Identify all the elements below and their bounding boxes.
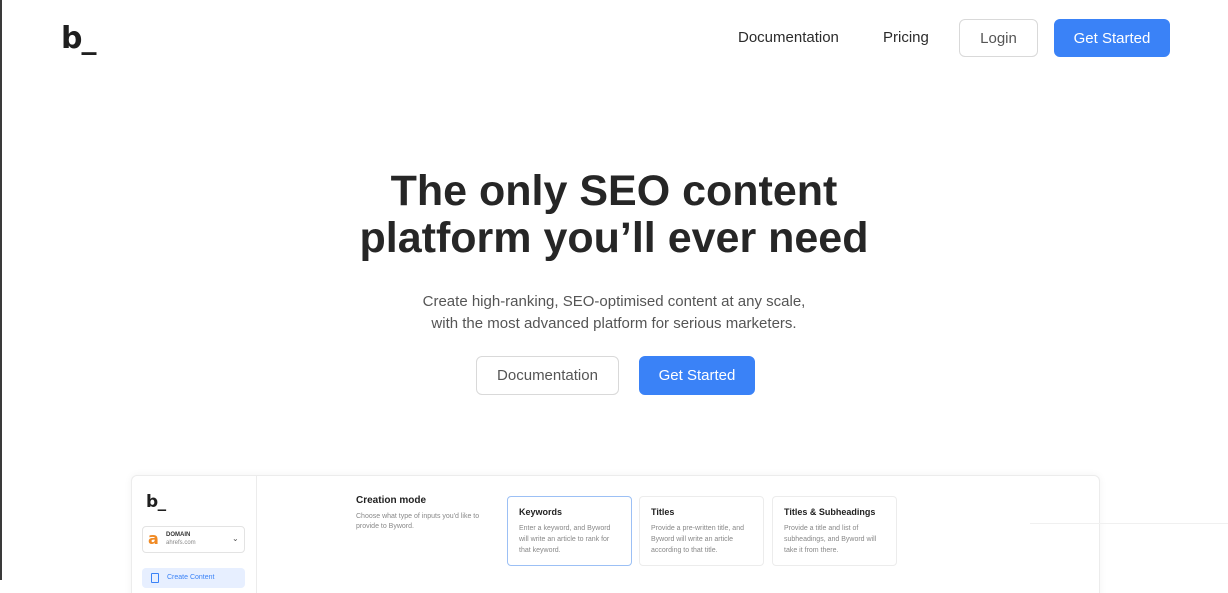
mode-card-keywords[interactable]: Keywords Enter a keyword, and Byword wil… [507,496,632,566]
card-description: Enter a keyword, and Byword will write a… [519,525,611,554]
preview-sidebar-divider [256,475,257,593]
login-button[interactable]: Login [959,19,1038,57]
hero-subtitle: Create high-ranking, SEO-optimised conte… [0,291,1228,335]
header-get-started-button[interactable]: Get Started [1054,19,1170,57]
preview-logo: b_ [146,492,166,512]
hero-title: The only SEO content platform you’ll eve… [0,168,1228,262]
domain-url: ahrefs.com [166,540,196,546]
card-description: Provide a pre-written title, and Byword … [651,525,744,554]
card-description: Provide a title and list of subheadings,… [784,525,877,554]
ahrefs-logo-icon: a [148,529,159,548]
mode-card-titles[interactable]: Titles Provide a pre-written title, and … [639,496,764,566]
creation-mode-title: Creation mode [356,495,427,506]
chevron-down-icon: ⌄ [232,534,239,543]
creation-mode-description: Choose what type of inputs you'd like to… [356,513,480,530]
mode-card-titles-subheadings[interactable]: Titles & Subheadings Provide a title and… [772,496,897,566]
create-content-label: Create Content [167,574,215,581]
card-title: Titles & Subheadings [784,507,876,517]
logo[interactable]: b_ [61,24,96,54]
hero-title-line-1: The only SEO content [390,167,838,215]
domain-label: DOMAIN [166,532,191,538]
hero-subtitle-line-1: Create high-ranking, SEO-optimised conte… [422,293,806,310]
card-title: Keywords [519,507,563,517]
hero-subtitle-line-2: with the most advanced platform for seri… [431,315,797,332]
divider [1030,523,1228,524]
hero-title-line-2: platform you’ll ever need [359,214,869,262]
nav-pricing-link[interactable]: Pricing [883,29,929,47]
card-title: Titles [651,507,675,517]
window-edge [0,0,2,580]
hero-get-started-button[interactable]: Get Started [639,356,755,395]
hero-documentation-button[interactable]: Documentation [476,356,619,395]
document-icon [151,573,159,583]
nav-documentation-link[interactable]: Documentation [738,29,839,47]
